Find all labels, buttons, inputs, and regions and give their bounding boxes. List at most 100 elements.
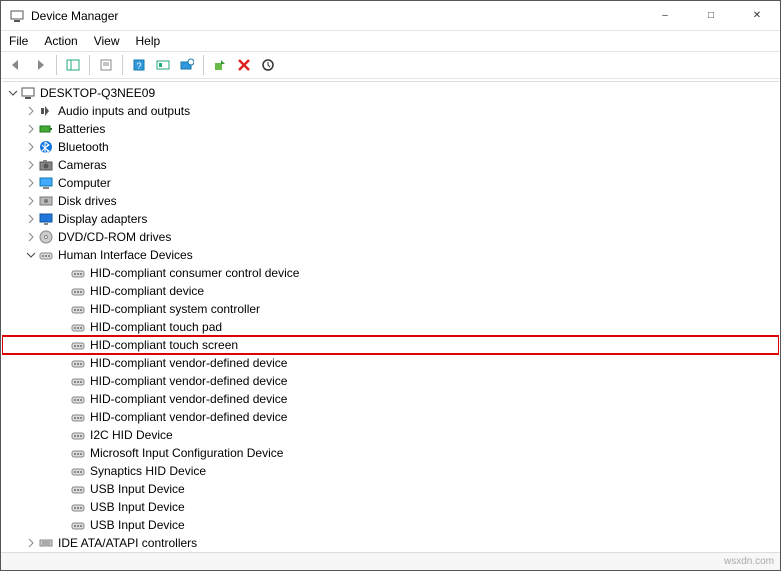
device-icon bbox=[70, 409, 86, 425]
device-icon bbox=[70, 373, 86, 389]
tree-device[interactable]: Microsoft Input Configuration Device bbox=[2, 444, 779, 462]
chevron-right-icon[interactable] bbox=[24, 140, 38, 154]
title-bar: Device Manager – □ ✕ bbox=[1, 1, 780, 31]
audio-icon bbox=[38, 103, 54, 119]
tree-device[interactable]: HID-compliant touch pad bbox=[2, 318, 779, 336]
chevron-down-icon[interactable] bbox=[24, 248, 38, 262]
device-tree-panel[interactable]: DESKTOP-Q3NEE09Audio inputs and outputsB… bbox=[2, 81, 779, 552]
forward-button[interactable] bbox=[29, 54, 51, 76]
chevron-right-icon bbox=[56, 410, 70, 424]
node-label: USB Input Device bbox=[90, 482, 185, 496]
menu-view[interactable]: View bbox=[94, 34, 120, 48]
display-icon bbox=[38, 211, 54, 227]
tree-category[interactable]: IDE ATA/ATAPI controllers bbox=[2, 534, 779, 552]
camera-icon bbox=[38, 157, 54, 173]
chevron-right-icon bbox=[56, 500, 70, 514]
chevron-right-icon[interactable] bbox=[24, 158, 38, 172]
device-icon bbox=[70, 337, 86, 353]
menu-file[interactable]: File bbox=[9, 34, 28, 48]
chevron-right-icon[interactable] bbox=[24, 122, 38, 136]
tree-category[interactable]: Computer bbox=[2, 174, 779, 192]
action-button[interactable] bbox=[152, 54, 174, 76]
device-icon bbox=[70, 427, 86, 443]
maximize-button[interactable]: □ bbox=[688, 1, 734, 30]
status-bar: wsxdn.com bbox=[1, 552, 780, 570]
tree-device[interactable]: HID-compliant vendor-defined device bbox=[2, 372, 779, 390]
tree-category[interactable]: DVD/CD-ROM drives bbox=[2, 228, 779, 246]
toolbar-separator bbox=[203, 55, 204, 75]
update-driver-button[interactable] bbox=[257, 54, 279, 76]
chevron-right-icon bbox=[56, 392, 70, 406]
tree-category[interactable]: Display adapters bbox=[2, 210, 779, 228]
tree-device[interactable]: HID-compliant touch screen bbox=[2, 336, 779, 354]
close-button[interactable]: ✕ bbox=[734, 1, 780, 30]
node-label: HID-compliant system controller bbox=[90, 302, 260, 316]
node-label: USB Input Device bbox=[90, 518, 185, 532]
chevron-right-icon[interactable] bbox=[24, 536, 38, 550]
watermark: wsxdn.com bbox=[724, 556, 774, 567]
node-label: HID-compliant touch pad bbox=[90, 320, 222, 334]
chevron-right-icon[interactable] bbox=[24, 194, 38, 208]
tree-root[interactable]: DESKTOP-Q3NEE09 bbox=[2, 84, 779, 102]
chevron-right-icon bbox=[56, 266, 70, 280]
help-button[interactable]: ? bbox=[128, 54, 150, 76]
node-label: Microsoft Input Configuration Device bbox=[90, 446, 283, 460]
node-label: DESKTOP-Q3NEE09 bbox=[40, 86, 155, 100]
tree-device[interactable]: HID-compliant system controller bbox=[2, 300, 779, 318]
tree-category[interactable]: Batteries bbox=[2, 120, 779, 138]
device-icon bbox=[70, 319, 86, 335]
menu-action[interactable]: Action bbox=[44, 34, 77, 48]
node-label: HID-compliant touch screen bbox=[90, 338, 238, 352]
enable-device-button[interactable] bbox=[209, 54, 231, 76]
battery-icon bbox=[38, 121, 54, 137]
back-button[interactable] bbox=[5, 54, 27, 76]
node-label: DVD/CD-ROM drives bbox=[58, 230, 171, 244]
tree-device[interactable]: HID-compliant vendor-defined device bbox=[2, 390, 779, 408]
tree-category[interactable]: Bluetooth bbox=[2, 138, 779, 156]
toolbar-separator bbox=[89, 55, 90, 75]
chevron-down-icon[interactable] bbox=[6, 86, 20, 100]
node-label: HID-compliant vendor-defined device bbox=[90, 374, 287, 388]
chevron-right-icon bbox=[56, 284, 70, 298]
node-label: Human Interface Devices bbox=[58, 248, 193, 262]
node-label: Display adapters bbox=[58, 212, 147, 226]
tree-category[interactable]: Audio inputs and outputs bbox=[2, 102, 779, 120]
chevron-right-icon[interactable] bbox=[24, 176, 38, 190]
tree-device[interactable]: USB Input Device bbox=[2, 480, 779, 498]
node-label: I2C HID Device bbox=[90, 428, 173, 442]
properties-button[interactable] bbox=[95, 54, 117, 76]
uninstall-device-button[interactable] bbox=[233, 54, 255, 76]
node-label: HID-compliant vendor-defined device bbox=[90, 410, 287, 424]
chevron-right-icon bbox=[56, 482, 70, 496]
tree-device[interactable]: HID-compliant device bbox=[2, 282, 779, 300]
ide-icon bbox=[38, 535, 54, 551]
chevron-right-icon[interactable] bbox=[24, 230, 38, 244]
chevron-right-icon bbox=[56, 518, 70, 532]
scan-hardware-button[interactable] bbox=[176, 54, 198, 76]
minimize-button[interactable]: – bbox=[642, 1, 688, 30]
tree-device[interactable]: HID-compliant vendor-defined device bbox=[2, 408, 779, 426]
chevron-right-icon bbox=[56, 446, 70, 460]
node-label: IDE ATA/ATAPI controllers bbox=[58, 536, 197, 550]
hid-icon bbox=[38, 247, 54, 263]
disk-icon bbox=[38, 193, 54, 209]
chevron-right-icon[interactable] bbox=[24, 212, 38, 226]
node-label: Synaptics HID Device bbox=[90, 464, 206, 478]
tree-device[interactable]: HID-compliant vendor-defined device bbox=[2, 354, 779, 372]
tree-category[interactable]: Human Interface Devices bbox=[2, 246, 779, 264]
tree-device[interactable]: Synaptics HID Device bbox=[2, 462, 779, 480]
device-icon bbox=[70, 463, 86, 479]
tree-device[interactable]: I2C HID Device bbox=[2, 426, 779, 444]
tree-category[interactable]: Cameras bbox=[2, 156, 779, 174]
tree-device[interactable]: HID-compliant consumer control device bbox=[2, 264, 779, 282]
node-label: HID-compliant consumer control device bbox=[90, 266, 299, 280]
menu-help[interactable]: Help bbox=[136, 34, 161, 48]
node-label: Bluetooth bbox=[58, 140, 109, 154]
chevron-right-icon[interactable] bbox=[24, 104, 38, 118]
show-hide-tree-button[interactable] bbox=[62, 54, 84, 76]
node-label: HID-compliant vendor-defined device bbox=[90, 356, 287, 370]
tree-device[interactable]: USB Input Device bbox=[2, 498, 779, 516]
tree-category[interactable]: Disk drives bbox=[2, 192, 779, 210]
root-icon bbox=[20, 85, 36, 101]
tree-device[interactable]: USB Input Device bbox=[2, 516, 779, 534]
